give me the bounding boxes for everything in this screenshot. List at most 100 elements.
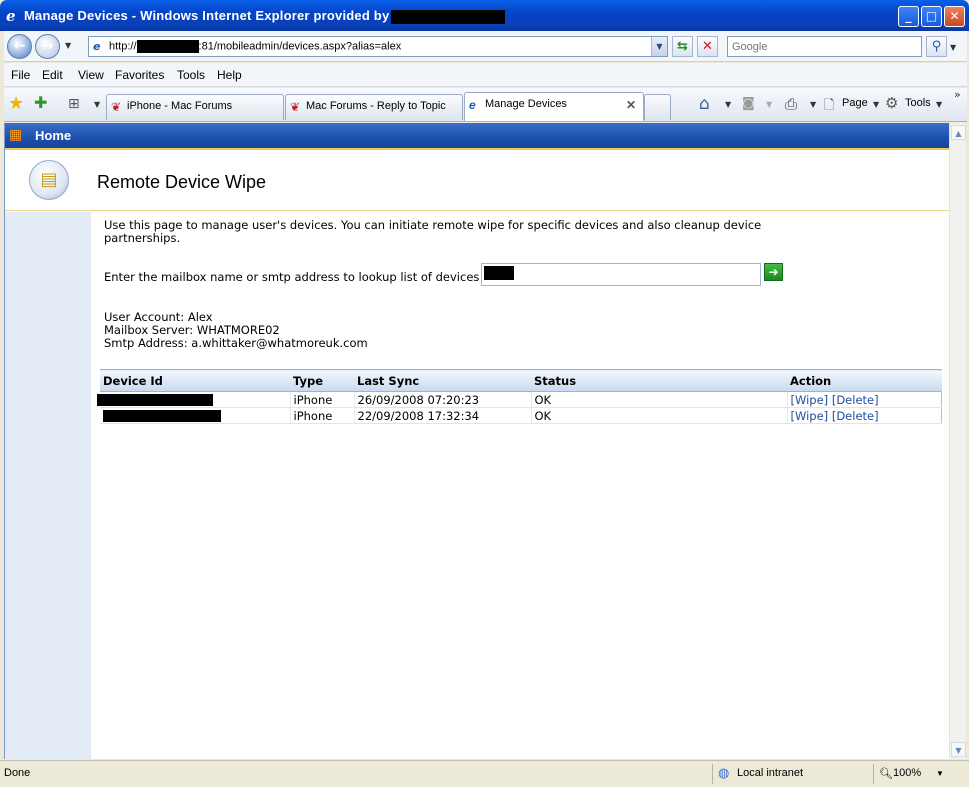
tab-manage-devices[interactable]: e Manage Devices ✕ <box>464 92 644 121</box>
page-title: Remote Device Wipe <box>97 172 267 192</box>
tools-menu-button[interactable]: Tools <box>905 97 931 109</box>
search-box[interactable] <box>727 36 922 57</box>
page-menu-button[interactable]: Page <box>842 97 868 109</box>
forward-button[interactable]: → <box>35 34 60 59</box>
tab-list-dropdown-icon[interactable]: ▼ <box>94 100 100 109</box>
menu-edit[interactable]: Edit <box>42 68 63 82</box>
tab-iphone-mac-forums[interactable]: ❦ iPhone - Mac Forums <box>106 94 284 120</box>
menu-tools[interactable]: Tools <box>177 68 205 82</box>
action-cell: [Wipe] [Delete] <box>786 407 942 424</box>
main-content: Use this page to manage user's devices. … <box>97 219 944 424</box>
address-toolbar: ← → ▼ e http://:81/mobileadmin/devices.a… <box>4 31 967 62</box>
action-cell: [Wipe] [Delete] <box>786 391 942 408</box>
maximize-button[interactable]: □ <box>921 6 942 27</box>
print-icon[interactable]: ⎙ <box>785 95 797 113</box>
search-icon[interactable]: ⚲ <box>926 36 947 57</box>
tab-mac-forums-reply[interactable]: ❦ Mac Forums - Reply to Topic <box>285 94 463 120</box>
smtp-address: Smtp Address: a.whittaker@whatmoreuk.com <box>104 336 368 350</box>
address-bar[interactable]: e http://:81/mobileadmin/devices.aspx?al… <box>88 36 668 57</box>
home-link[interactable]: Home <box>35 128 71 143</box>
page-header: ▤ Remote Device Wipe <box>5 152 949 211</box>
col-last-sync: Last Sync <box>354 369 531 392</box>
wipe-link[interactable]: [Wipe] <box>791 409 829 423</box>
status-divider <box>712 764 713 784</box>
refresh-button[interactable]: ⇆ <box>672 36 693 57</box>
close-button[interactable]: ✕ <box>944 6 965 27</box>
feeds-dropdown-icon[interactable]: ▼ <box>766 100 772 109</box>
account-info: User Account: Alex Mailbox Server: WHATM… <box>104 311 368 350</box>
wipe-link[interactable]: [Wipe] <box>791 393 829 407</box>
mailbox-lookup-input[interactable] <box>481 263 761 286</box>
window-title: Manage Devices - Windows Internet Explor… <box>24 8 506 24</box>
col-status: Status <box>531 369 787 392</box>
page-menu-icon: 🗋 <box>824 98 835 113</box>
menu-view[interactable]: View <box>78 68 104 82</box>
favorites-star-icon[interactable]: ★ <box>8 93 24 114</box>
col-type: Type <box>290 369 354 392</box>
status-bar: Done ◍ Local intranet 🔍︎ 100% ▼ <box>0 760 969 787</box>
address-url[interactable]: http://:81/mobileadmin/devices.aspx?alia… <box>109 40 401 53</box>
zoom-dropdown-icon[interactable]: ▼ <box>936 769 944 778</box>
menu-file[interactable]: File <box>11 68 30 82</box>
delete-link[interactable]: [Delete] <box>832 409 879 423</box>
table-row: iPhone 22/09/2008 17:32:34 OK [Wipe] [De… <box>100 407 942 424</box>
table-header-row: Device Id Type Last Sync Status Action <box>100 369 942 392</box>
last-sync-cell: 22/09/2008 17:32:34 <box>353 407 531 424</box>
col-device-id: Device Id <box>100 369 290 392</box>
search-input[interactable] <box>728 37 921 56</box>
status-cell: OK <box>530 391 787 408</box>
redacted-input-value <box>484 266 514 280</box>
feeds-icon[interactable]: ◙ <box>742 96 755 111</box>
redacted-device-id <box>103 410 221 422</box>
device-id-cell <box>100 407 290 424</box>
back-button[interactable]: ← <box>7 34 32 59</box>
new-tab-button[interactable] <box>644 94 671 120</box>
add-favorites-icon[interactable]: ✚ <box>34 93 47 112</box>
device-id-cell <box>97 391 290 408</box>
minimize-button[interactable]: _ <box>898 6 919 27</box>
history-dropdown-icon[interactable]: ▼ <box>65 41 71 50</box>
tab-bar: ★ ✚ ⊞ ▼ ❦ iPhone - Mac Forums ❦ Mac Foru… <box>4 88 967 122</box>
devices-table: Device Id Type Last Sync Status Action i… <box>97 369 942 424</box>
quick-tabs-icon[interactable]: ⊞ <box>68 96 80 112</box>
mac-forums-icon: ❦ <box>290 100 301 114</box>
ie-logo-icon: e <box>6 7 16 25</box>
stop-button[interactable]: ✕ <box>697 36 718 57</box>
print-dropdown-icon[interactable]: ▼ <box>810 100 816 109</box>
menu-favorites[interactable]: Favorites <box>115 68 164 82</box>
intranet-globe-icon: ◍ <box>718 765 730 780</box>
ie-page-icon: e <box>469 98 476 112</box>
status-text: Done <box>4 767 31 779</box>
address-dropdown-icon[interactable]: ▼ <box>651 37 667 56</box>
left-panel <box>5 212 91 759</box>
redacted-host <box>136 40 199 53</box>
scroll-up-icon[interactable]: ▲ <box>951 125 966 140</box>
scroll-down-icon[interactable]: ▼ <box>951 742 966 757</box>
chevron-more-icon[interactable]: » <box>954 88 961 101</box>
menu-help[interactable]: Help <box>217 68 242 82</box>
vertical-scrollbar[interactable]: ▲ ▼ <box>949 123 966 759</box>
redacted-block <box>391 9 506 24</box>
lookup-label: Enter the mailbox name or smtp address t… <box>104 270 480 284</box>
tab-close-icon[interactable]: ✕ <box>626 98 636 112</box>
home-bar: ▦ Home <box>5 123 949 150</box>
tools-dropdown-icon[interactable]: ▼ <box>936 100 942 109</box>
last-sync-cell: 26/09/2008 07:20:23 <box>353 391 531 408</box>
go-button[interactable]: ➔ <box>764 263 783 281</box>
delete-link[interactable]: [Delete] <box>832 393 879 407</box>
lookup-row: Enter the mailbox name or smtp address t… <box>104 263 804 287</box>
zoom-level[interactable]: 100% <box>893 767 921 779</box>
home-dropdown-icon[interactable]: ▼ <box>725 100 731 109</box>
status-divider <box>873 764 874 784</box>
page-icon: e <box>93 40 101 53</box>
search-options-icon[interactable]: ▼ <box>950 43 956 52</box>
outlook-logo-icon: ▦ <box>9 127 23 143</box>
gear-icon: ⚙ <box>885 94 899 112</box>
col-action: Action <box>787 369 942 392</box>
page-menu-dropdown-icon[interactable]: ▼ <box>873 100 879 109</box>
window-titlebar: e Manage Devices - Windows Internet Expl… <box>0 0 969 31</box>
zoom-icon: 🔍︎ <box>879 768 893 780</box>
status-cell: OK <box>530 407 787 424</box>
home-icon[interactable]: ⌂ <box>699 94 710 114</box>
mac-forums-icon: ❦ <box>111 100 122 114</box>
